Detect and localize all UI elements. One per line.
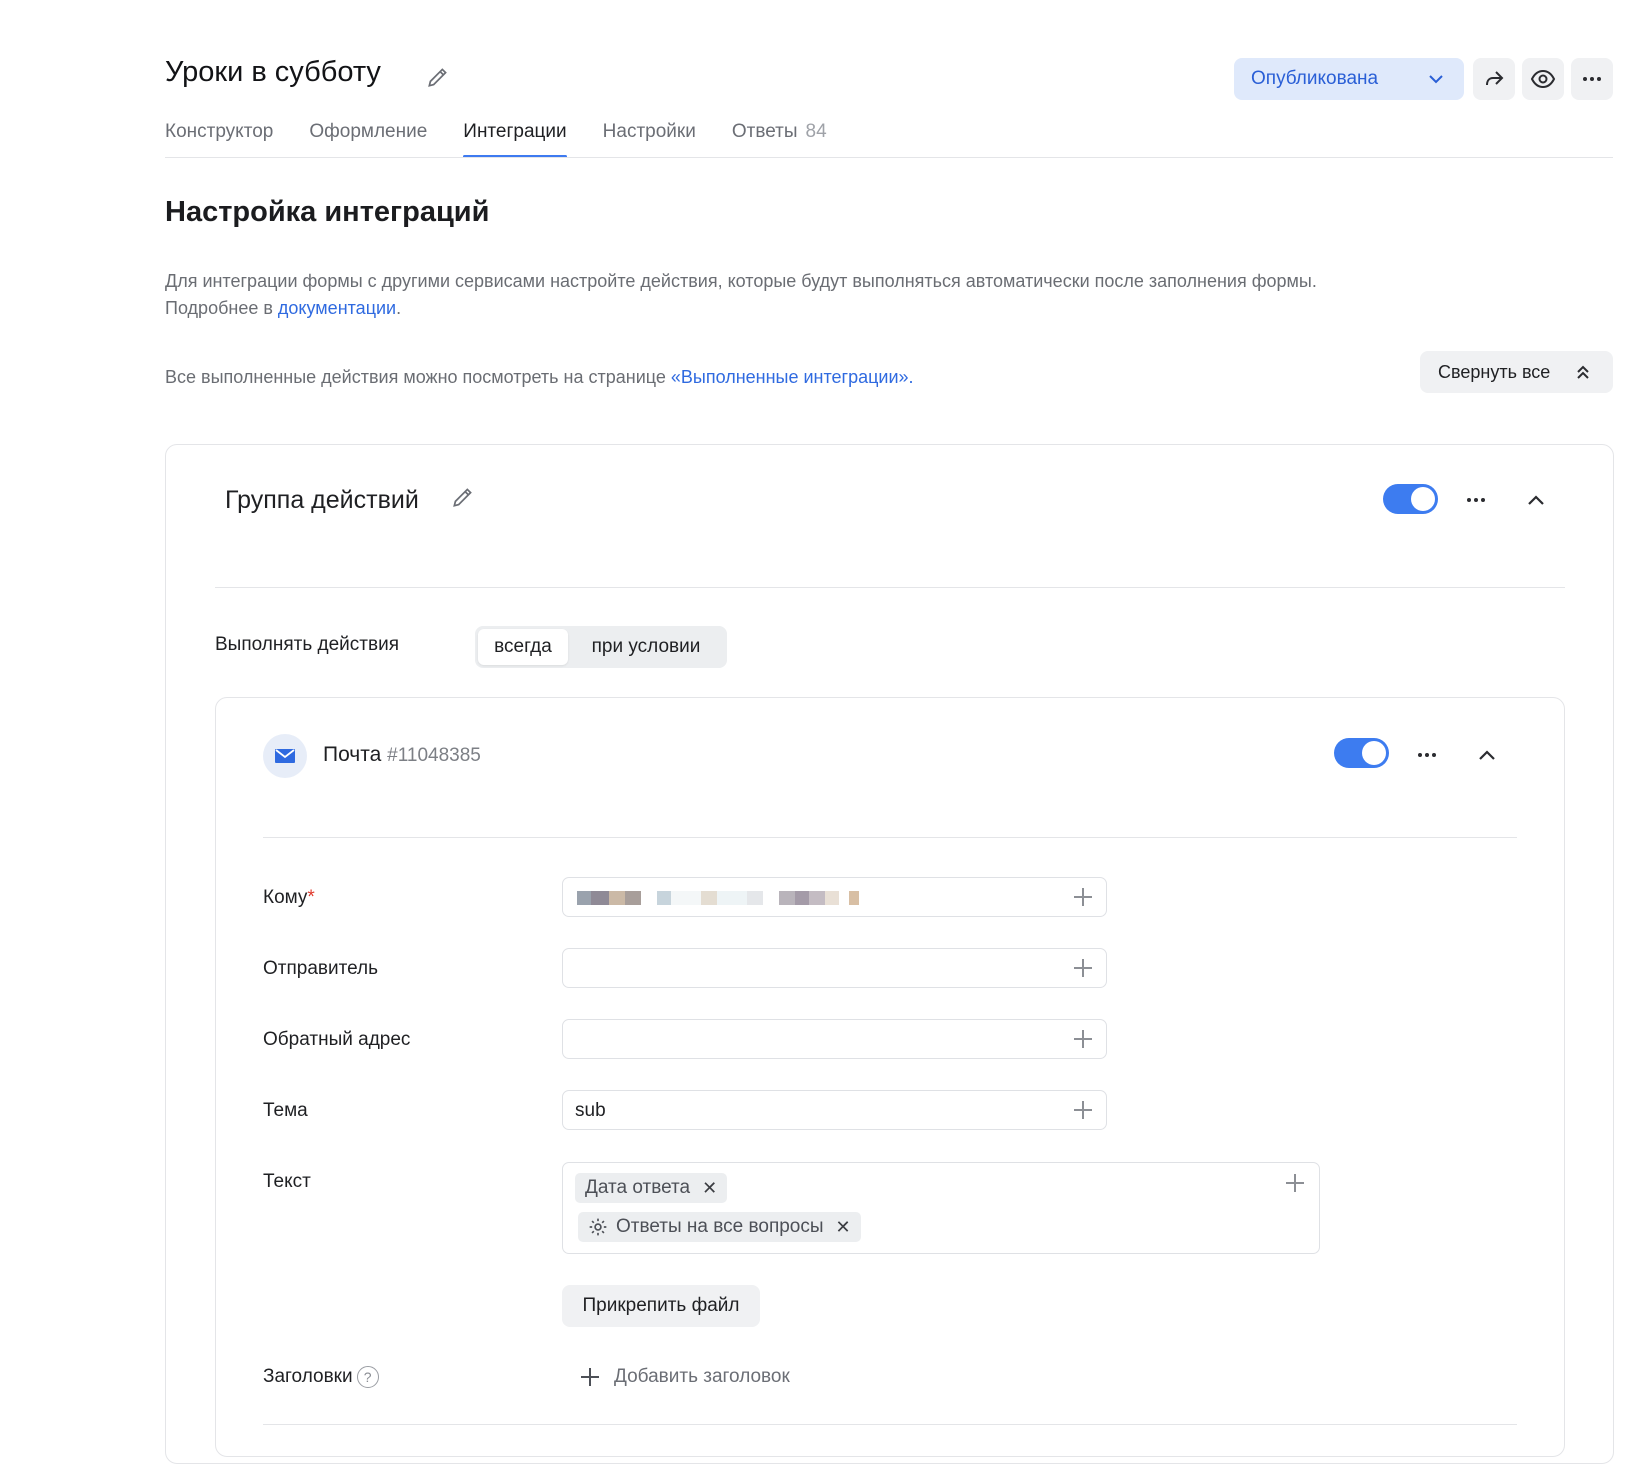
tabs-divider: [165, 157, 1613, 158]
page-heading: Настройка интеграций: [165, 196, 490, 228]
to-value-redacted: [577, 891, 859, 905]
attach-file-button[interactable]: Прикрепить файл: [562, 1285, 760, 1327]
mail-enabled-toggle[interactable]: [1334, 738, 1389, 768]
more-dots-icon: [1583, 77, 1601, 81]
share-button[interactable]: [1473, 58, 1515, 100]
tab-answers[interactable]: Ответы 84: [732, 118, 827, 158]
edit-title-pencil-icon[interactable]: [425, 64, 451, 95]
group-more-button[interactable]: [1464, 488, 1488, 517]
status-label: Опубликована: [1251, 68, 1379, 89]
to-add-icon[interactable]: [1073, 887, 1093, 907]
tab-settings[interactable]: Настройки: [603, 118, 696, 158]
exec-mode-segmented: всегда при условии: [475, 626, 727, 668]
to-label: Кому*: [263, 887, 315, 908]
headers-label: Заголовки?: [263, 1366, 379, 1388]
page-description: Для интеграции формы с другими сервисами…: [165, 271, 1317, 318]
status-dropdown[interactable]: Опубликована: [1234, 58, 1464, 100]
to-field[interactable]: [562, 877, 1107, 917]
exec-conditional-option[interactable]: при условии: [568, 629, 724, 665]
preview-button[interactable]: [1522, 58, 1564, 100]
chevron-up-icon: [1479, 750, 1495, 760]
eye-icon: [1530, 69, 1556, 89]
executed-integrations-link[interactable]: «Выполненные интеграции».: [671, 367, 914, 387]
sender-field[interactable]: [562, 948, 1107, 988]
mail-action-id: #11048385: [387, 745, 481, 766]
text-field[interactable]: Дата ответа ✕ Ответы на все вопросы ✕: [562, 1162, 1320, 1254]
exec-always-option[interactable]: всегда: [478, 629, 568, 665]
sender-label: Отправитель: [263, 958, 379, 979]
edit-group-pencil-icon[interactable]: [450, 484, 476, 515]
mail-icon: [275, 749, 295, 763]
reply-to-label: Обратный адрес: [263, 1029, 411, 1050]
chevron-down-icon: [1429, 75, 1443, 84]
mail-action-title: Почта #11048385: [323, 743, 481, 766]
group-title: Группа действий: [225, 486, 419, 514]
reply-to-add-icon[interactable]: [1073, 1029, 1093, 1049]
tab-design[interactable]: Оформление: [309, 118, 427, 158]
mail-badge: [263, 734, 307, 778]
collapse-all-button[interactable]: Свернуть все: [1420, 351, 1613, 393]
reply-to-field[interactable]: [562, 1019, 1107, 1059]
subject-field[interactable]: sub: [562, 1090, 1107, 1130]
more-menu-button[interactable]: [1571, 58, 1613, 100]
tabs-bar: Конструктор Оформление Интеграции Настро…: [165, 118, 863, 158]
mail-more-button[interactable]: [1415, 743, 1439, 772]
chip-all-answers: Ответы на все вопросы ✕: [578, 1212, 861, 1242]
subject-add-icon[interactable]: [1073, 1100, 1093, 1120]
history-note: Все выполненные действия можно посмотрет…: [165, 367, 914, 387]
chip-remove-icon[interactable]: ✕: [702, 1178, 717, 1199]
plus-icon: [580, 1367, 600, 1387]
bottom-divider: [263, 1424, 1517, 1425]
double-chevron-up-icon: [1577, 365, 1589, 379]
tab-integrations[interactable]: Интеграции: [463, 118, 568, 158]
add-header-button[interactable]: Добавить заголовок: [580, 1366, 790, 1388]
mail-collapse-button[interactable]: [1475, 743, 1499, 772]
subject-label: Тема: [263, 1100, 308, 1121]
share-icon: [1486, 71, 1504, 86]
chip-remove-icon[interactable]: ✕: [836, 1217, 851, 1238]
help-icon[interactable]: ?: [356, 1366, 379, 1388]
tab-constructor[interactable]: Конструктор: [165, 118, 273, 158]
mail-divider: [263, 837, 1517, 838]
more-dots-icon: [1418, 753, 1436, 757]
chip-answer-date: Дата ответа ✕: [575, 1173, 728, 1203]
form-title: Уроки в субботу: [165, 56, 381, 88]
more-dots-icon: [1467, 498, 1485, 502]
group-collapse-button[interactable]: [1524, 488, 1548, 517]
gear-icon: [589, 1218, 607, 1236]
answers-count: 84: [805, 121, 827, 142]
text-add-icon[interactable]: [1285, 1173, 1305, 1193]
sender-add-icon[interactable]: [1073, 958, 1093, 978]
group-enabled-toggle[interactable]: [1383, 484, 1438, 514]
group-divider: [215, 587, 1565, 588]
chevron-up-icon: [1528, 495, 1544, 505]
exec-mode-label: Выполнять действия: [215, 634, 399, 655]
subject-value: sub: [575, 1100, 606, 1121]
text-label: Текст: [263, 1171, 311, 1192]
documentation-link[interactable]: документации: [278, 298, 396, 318]
mail-action-card: [215, 697, 1565, 1457]
